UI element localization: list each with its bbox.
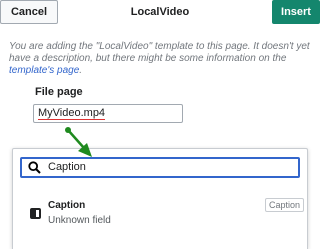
file-page-label: File page — [35, 86, 83, 98]
parameter-search-input[interactable]: Caption — [20, 157, 300, 178]
dialog-header: Cancel LocalVideo Insert — [0, 0, 320, 24]
template-notice: You are adding the "LocalVideo" template… — [9, 41, 315, 77]
template-page-link[interactable]: template's page — [9, 65, 79, 76]
notice-end: . — [79, 65, 83, 76]
notice-text: You are adding the "LocalVideo" template… — [9, 41, 310, 64]
parameter-result-item[interactable]: Caption Unknown field Caption — [12, 195, 308, 235]
cancel-button[interactable]: Cancel — [0, 0, 58, 24]
parameter-key-badge: Caption — [265, 198, 305, 212]
insert-button[interactable]: Insert — [272, 0, 320, 24]
file-page-input[interactable]: MyVideo.mp4 — [33, 104, 183, 123]
file-page-value: MyVideo.mp4 — [38, 107, 106, 120]
search-value: Caption — [48, 161, 86, 173]
dialog-title: LocalVideo — [130, 6, 190, 18]
parameter-description: Unknown field — [48, 215, 111, 226]
search-icon — [28, 161, 41, 174]
parameter-name: Caption — [48, 200, 86, 211]
parameter-icon — [30, 208, 41, 219]
